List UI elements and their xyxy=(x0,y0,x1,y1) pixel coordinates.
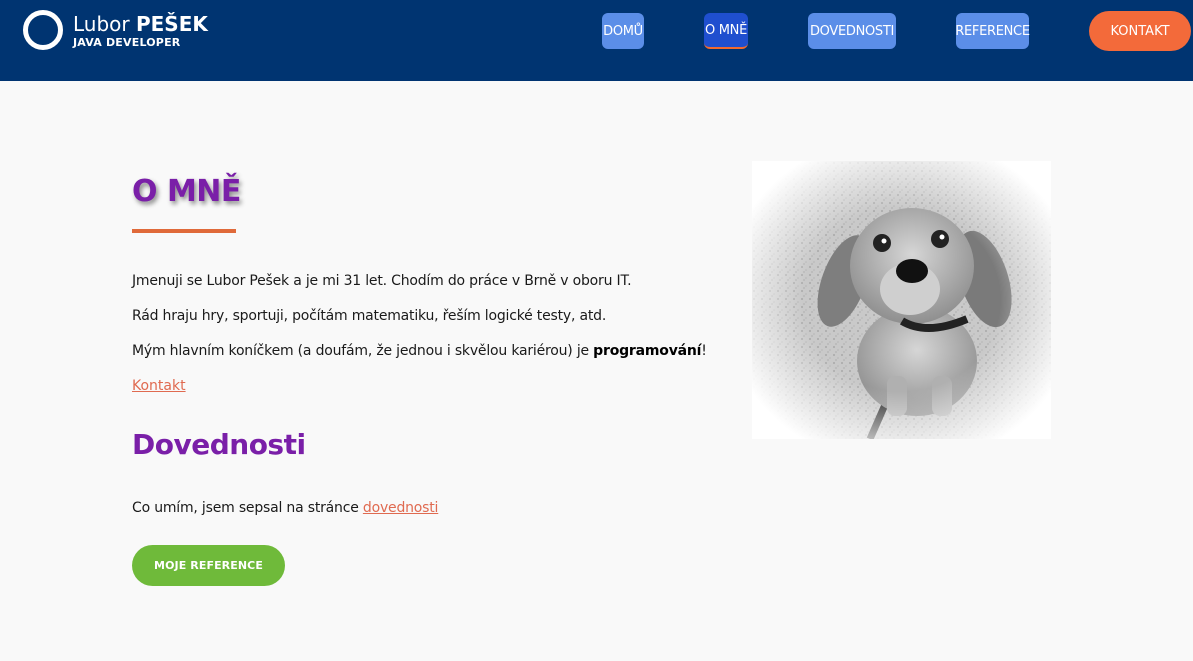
logo-text: Lubor PEŠEK JAVA DEVELOPER xyxy=(73,12,208,49)
about-paragraph-3-end: ! xyxy=(701,343,707,359)
site-header: Lubor PEŠEK JAVA DEVELOPER DOMŮ O MNĚ DO… xyxy=(0,0,1193,81)
about-paragraph-3-text: Mým hlavním koníčkem (a doufám, že jedno… xyxy=(132,343,594,359)
logo-name: Lubor PEŠEK xyxy=(73,12,208,36)
nav-about-label: O MNĚ xyxy=(704,22,748,38)
nav-about[interactable]: O MNĚ xyxy=(704,13,748,49)
logo-ring-icon xyxy=(23,10,63,50)
skills-link[interactable]: dovednosti xyxy=(363,500,439,516)
site-logo[interactable]: Lubor PEŠEK JAVA DEVELOPER xyxy=(23,10,208,50)
dog-photo-image xyxy=(752,161,1051,439)
about-paragraph-2: Rád hraju hry, sportuji, počítám matemat… xyxy=(132,308,607,324)
nav-references-label: REFERENCE xyxy=(955,23,1030,39)
about-paragraph-3: Mým hlavním koníčkem (a doufám, že jedno… xyxy=(132,343,707,359)
nav-references[interactable]: REFERENCE xyxy=(955,13,1030,49)
about-paragraph-1: Jmenuji se Lubor Pešek a je mi 31 let. C… xyxy=(132,273,632,289)
programming-emphasis: programování xyxy=(593,343,702,359)
my-references-button[interactable]: MOJE REFERENCE xyxy=(132,545,285,586)
nav-contact-button[interactable]: KONTAKT xyxy=(1089,11,1191,51)
nav-contact-label: KONTAKT xyxy=(1110,23,1170,39)
heading-underline xyxy=(132,229,236,233)
skills-paragraph-text: Co umím, jsem sepsal na stránce xyxy=(132,500,363,516)
contact-link[interactable]: Kontakt xyxy=(132,378,186,394)
logo-surname: PEŠEK xyxy=(135,11,208,36)
profile-photo xyxy=(752,161,1051,439)
logo-subtitle: JAVA DEVELOPER xyxy=(73,35,181,49)
nav-home[interactable]: DOMŮ xyxy=(602,13,644,49)
about-heading: O MNĚ xyxy=(132,174,241,209)
nav-skills[interactable]: DOVEDNOSTI xyxy=(808,13,896,49)
nav-home-label: DOMŮ xyxy=(603,23,643,39)
nav-skills-label: DOVEDNOSTI xyxy=(809,23,895,39)
skills-paragraph: Co umím, jsem sepsal na stránce dovednos… xyxy=(132,500,438,516)
logo-first-name: Lubor xyxy=(73,11,130,36)
skills-heading: Dovednosti xyxy=(132,428,306,461)
